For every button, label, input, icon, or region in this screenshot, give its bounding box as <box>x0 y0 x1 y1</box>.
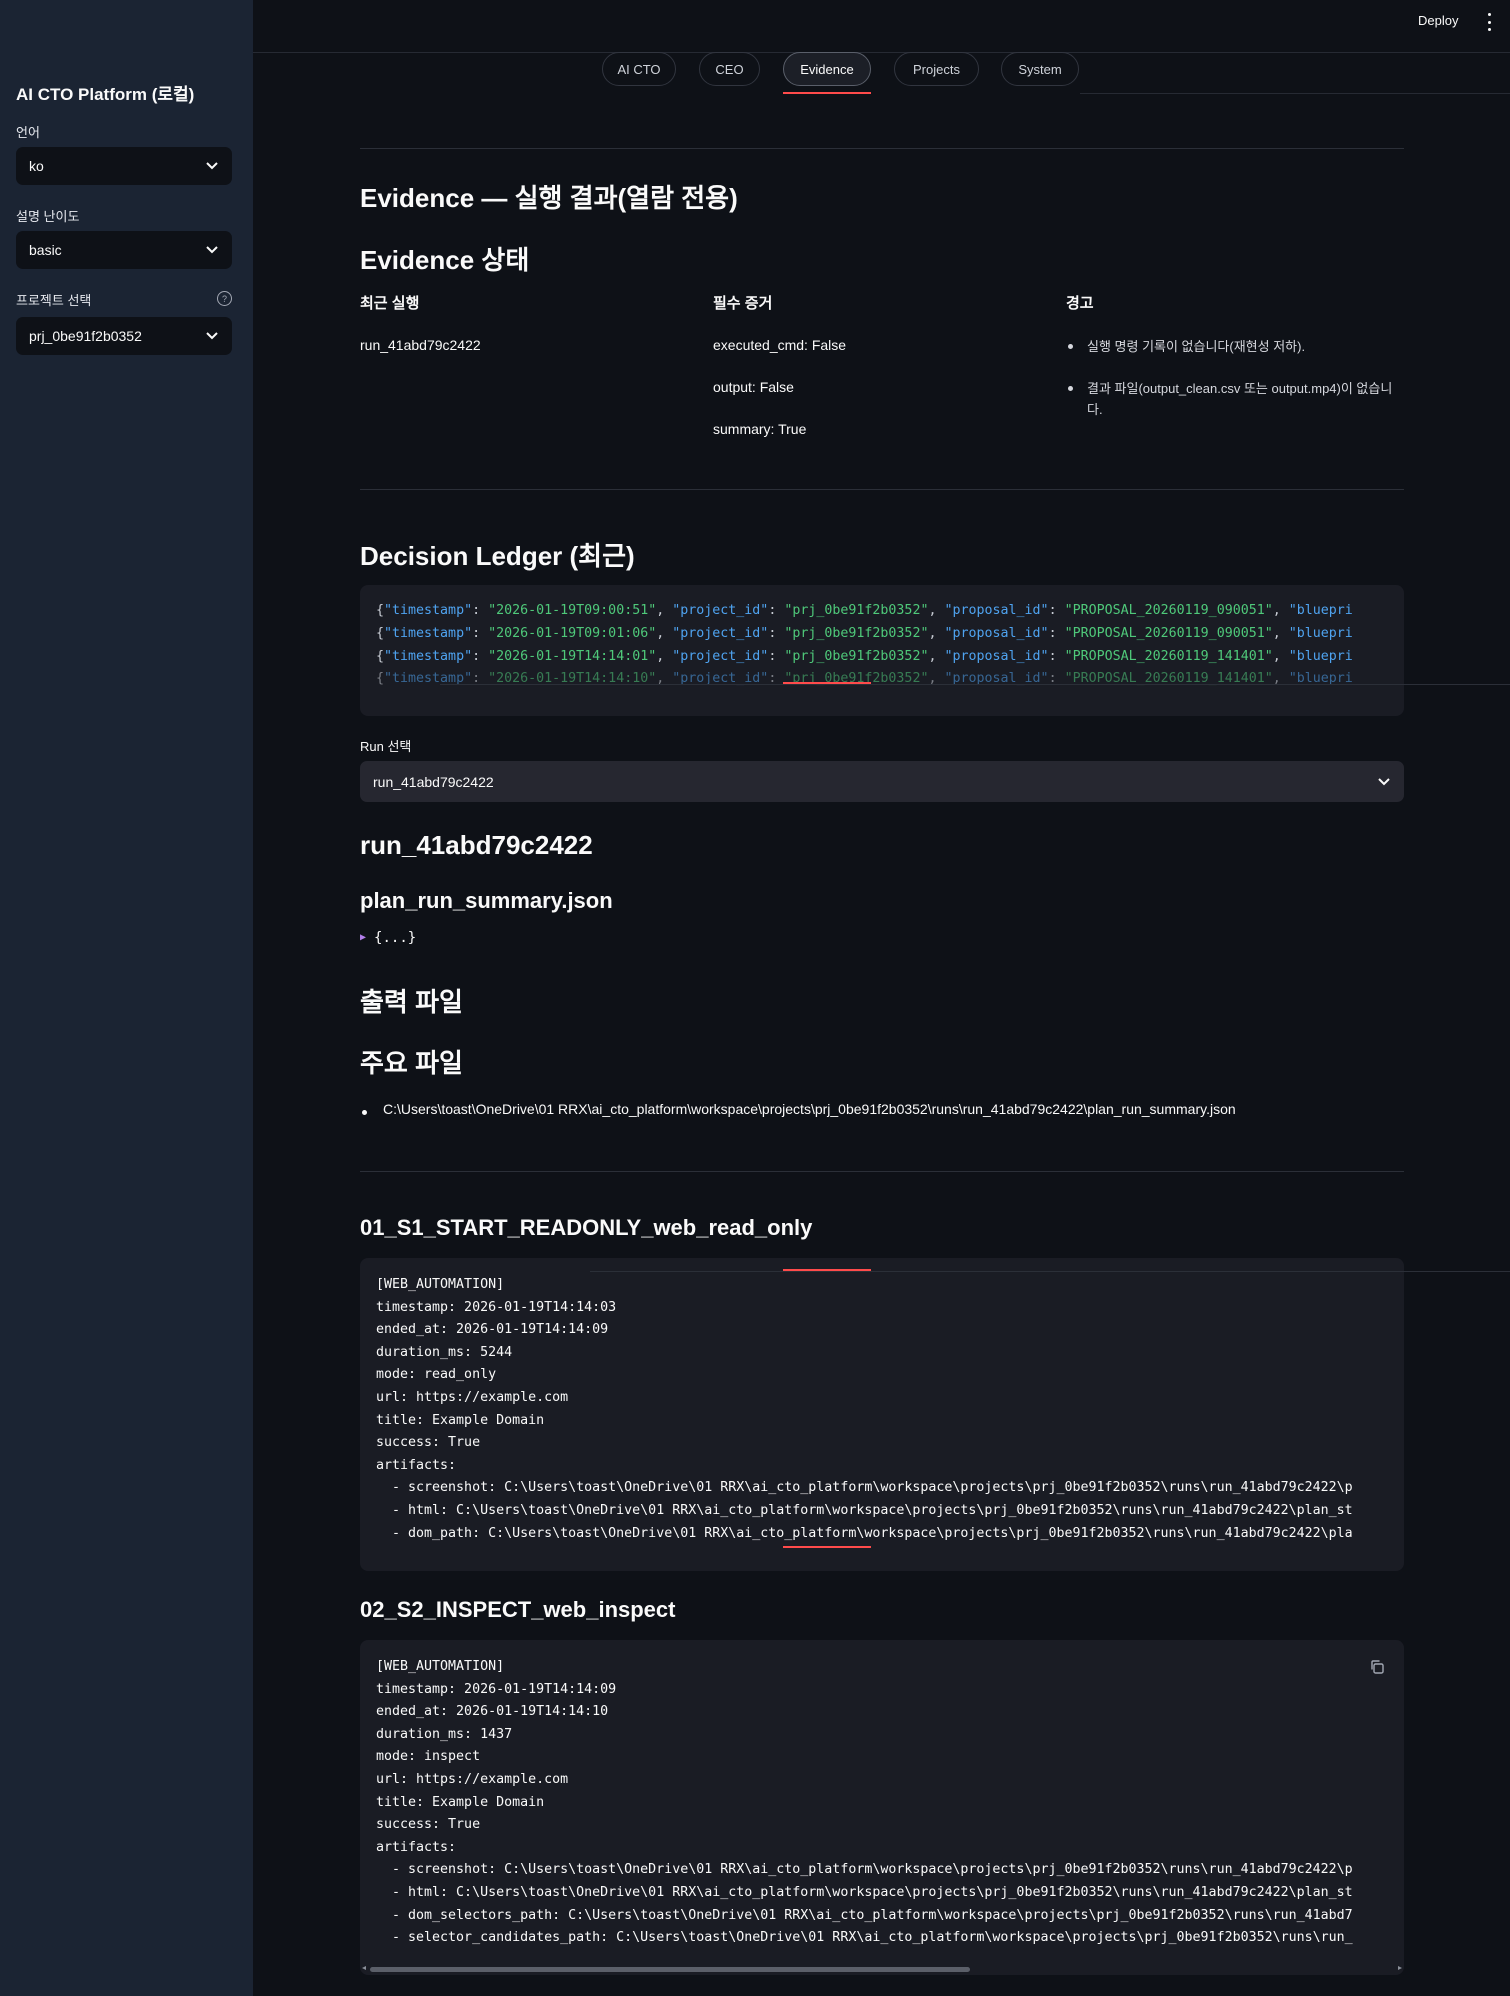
chevron-down-icon <box>205 329 219 343</box>
help-circle-icon[interactable]: ? <box>217 291 232 306</box>
difficulty-select[interactable]: basic <box>16 231 232 269</box>
code-line: success: True <box>376 1817 481 1832</box>
code-line: artifacts: <box>376 1458 457 1473</box>
json-expander[interactable]: ▶ {...} <box>360 930 416 946</box>
chevron-down-icon <box>1377 775 1391 789</box>
code-line: url: https://example.com <box>376 1772 569 1787</box>
caret-right-icon: ▶ <box>360 932 367 943</box>
sidebar: AI CTO Platform (로컬) 언어 ko 설명 난이도 basic … <box>0 0 253 1996</box>
ledger-row: {"timestamp": "2026-01-19T09:01:06", "pr… <box>376 626 1353 641</box>
difficulty-label: 설명 난이도 <box>16 209 80 224</box>
code-line: url: https://example.com <box>376 1390 569 1405</box>
warnings-header: 경고 <box>1066 295 1094 312</box>
key-file-path: C:\Users\toast\OneDrive\01 RRX\ai_cto_pl… <box>383 1101 1236 1117</box>
code-line: - dom_selectors_path: C:\Users\toast\One… <box>376 1908 1353 1923</box>
overlay-indicator <box>783 1546 871 1548</box>
tab-evidence[interactable]: Evidence <box>783 52 871 86</box>
step-title: 01_S1_START_READONLY_web_read_only <box>360 1215 813 1240</box>
header-divider <box>253 52 1510 53</box>
code-line: timestamp: 2026-01-19T14:14:09 <box>376 1682 617 1697</box>
code-line: artifacts: <box>376 1840 457 1855</box>
chevron-down-icon <box>205 243 219 257</box>
overlay-line <box>440 684 1510 685</box>
difficulty-select-value: basic <box>29 242 62 258</box>
project-label: 프로젝트 선택 <box>16 293 92 308</box>
code-line: ended_at: 2026-01-19T14:14:09 <box>376 1322 609 1337</box>
app-title: AI CTO Platform (로컬) <box>16 85 195 104</box>
chevron-down-icon <box>205 159 219 173</box>
required-item: summary: True <box>713 421 807 437</box>
code-line: [WEB_AUTOMATION] <box>376 1277 505 1292</box>
run-select-label: Run 선택 <box>360 739 412 754</box>
language-select-value: ko <box>29 158 44 174</box>
ledger-code-block[interactable]: {"timestamp": "2026-01-19T09:00:51", "pr… <box>360 585 1404 716</box>
ledger-row: {"timestamp": "2026-01-19T14:14:01", "pr… <box>376 649 1353 664</box>
recent-run-header: 최근 실행 <box>360 295 420 312</box>
kebab-menu-icon[interactable] <box>1483 13 1495 31</box>
overlay-indicator <box>783 682 871 684</box>
deploy-button[interactable]: Deploy <box>1418 13 1458 28</box>
copy-icon[interactable] <box>1369 1659 1385 1675</box>
language-select[interactable]: ko <box>16 147 232 185</box>
recent-run-value: run_41abd79c2422 <box>360 337 481 353</box>
tab-system[interactable]: System <box>1001 52 1079 86</box>
code-line: duration_ms: 1437 <box>376 1727 513 1742</box>
tab-divider <box>1080 93 1510 94</box>
code-line: duration_ms: 5244 <box>376 1345 513 1360</box>
code-line: mode: inspect <box>376 1749 481 1764</box>
divider <box>360 1171 1404 1172</box>
code-line: ended_at: 2026-01-19T14:14:10 <box>376 1704 609 1719</box>
code-line: title: Example Domain <box>376 1795 545 1810</box>
code-line: - screenshot: C:\Users\toast\OneDrive\01… <box>376 1862 1353 1877</box>
code-line: - selector_candidates_path: C:\Users\toa… <box>376 1930 1353 1945</box>
run-select[interactable]: run_41abd79c2422 <box>360 761 1404 802</box>
summary-file-title: plan_run_summary.json <box>360 888 613 913</box>
overlay-indicator <box>783 1269 871 1271</box>
page-title: Evidence — 실행 결과(열람 전용) <box>360 183 738 213</box>
divider <box>360 489 1404 490</box>
run-title: run_41abd79c2422 <box>360 830 593 860</box>
run-select-value: run_41abd79c2422 <box>373 773 494 790</box>
status-title: Evidence 상태 <box>360 245 530 275</box>
output-files-title: 출력 파일 <box>360 987 463 1017</box>
project-select-value: prj_0be91f2b0352 <box>29 328 142 344</box>
divider <box>360 148 1404 149</box>
code-line: - screenshot: C:\Users\toast\OneDrive\01… <box>376 1480 1353 1495</box>
tab-ai-cto[interactable]: AI CTO <box>602 52 676 86</box>
code-line: [WEB_AUTOMATION] <box>376 1659 505 1674</box>
required-evidence-header: 필수 증거 <box>713 295 773 312</box>
code-line: timestamp: 2026-01-19T14:14:03 <box>376 1300 617 1315</box>
step-code-block[interactable]: [WEB_AUTOMATION] timestamp: 2026-01-19T1… <box>360 1258 1404 1571</box>
language-label: 언어 <box>16 125 40 140</box>
code-line: mode: read_only <box>376 1367 497 1382</box>
active-tab-indicator <box>783 92 871 94</box>
code-line: title: Example Domain <box>376 1413 545 1428</box>
ledger-title: Decision Ledger (최근) <box>360 541 635 571</box>
tab-projects[interactable]: Projects <box>894 52 979 86</box>
key-files-title: 주요 파일 <box>360 1048 463 1078</box>
required-item: executed_cmd: False <box>713 337 847 353</box>
code-line: - dom_path: C:\Users\toast\OneDrive\01 R… <box>376 1526 1353 1541</box>
step-title: 02_S2_INSPECT_web_inspect <box>360 1597 676 1622</box>
step-code-block[interactable]: [WEB_AUTOMATION] timestamp: 2026-01-19T1… <box>360 1640 1404 1975</box>
code-line: - html: C:\Users\toast\OneDrive\01 RRX\a… <box>376 1503 1353 1518</box>
project-select[interactable]: prj_0be91f2b0352 <box>16 317 232 355</box>
list-bullet <box>362 1110 367 1115</box>
code-line: - html: C:\Users\toast\OneDrive\01 RRX\a… <box>376 1885 1353 1900</box>
overlay-line <box>590 1271 1510 1272</box>
scrollbar-thumb[interactable] <box>370 1967 970 1972</box>
code-line: success: True <box>376 1435 481 1450</box>
ledger-row: {"timestamp": "2026-01-19T09:00:51", "pr… <box>376 603 1353 618</box>
required-item: output: False <box>713 379 794 395</box>
tab-ceo[interactable]: CEO <box>699 52 760 86</box>
